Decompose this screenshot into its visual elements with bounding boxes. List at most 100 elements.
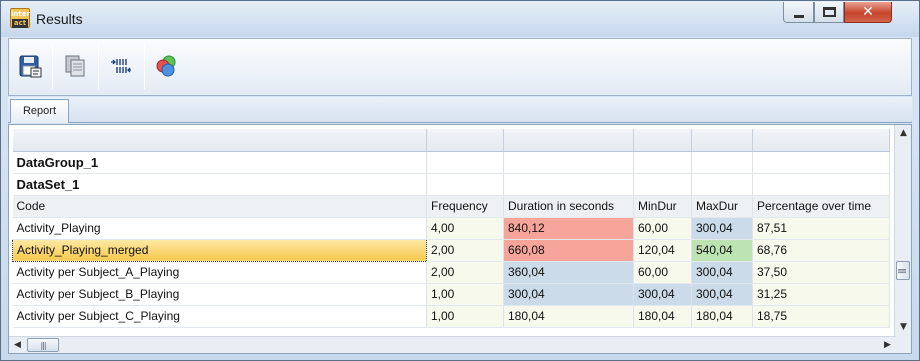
- close-button[interactable]: ✕: [844, 2, 892, 23]
- column-header[interactable]: [12, 129, 427, 152]
- minimize-icon: [793, 14, 804, 18]
- mindur-cell[interactable]: 300,04: [633, 283, 692, 306]
- window-title: Results: [36, 11, 83, 27]
- duration-cell[interactable]: 360,04: [503, 261, 634, 284]
- empty-cell: [503, 173, 634, 196]
- empty-cell: [426, 173, 504, 196]
- percentage-cell[interactable]: 68,76: [752, 239, 890, 262]
- toolbar-separator: [52, 45, 53, 89]
- color-circles-icon: [156, 55, 176, 77]
- frequency-cell[interactable]: 2,00: [426, 261, 504, 284]
- tab-report[interactable]: Report: [10, 99, 69, 123]
- tab-strip: Report: [8, 97, 912, 123]
- column-header[interactable]: [633, 129, 692, 152]
- report-grid: DataGroup_1 DataSet_1 Code Frequency Dur…: [8, 124, 912, 354]
- header-percentage[interactable]: Percentage over time: [752, 195, 890, 218]
- duration-cell[interactable]: 840,12: [503, 217, 634, 240]
- toolbar-separator: [98, 45, 99, 89]
- columns-button[interactable]: [105, 50, 137, 82]
- frequency-cell[interactable]: 1,00: [426, 305, 504, 328]
- grip-icon: |||: [40, 340, 46, 350]
- group-label[interactable]: DataGroup_1: [12, 151, 427, 174]
- scroll-left-arrow-icon[interactable]: ◀: [9, 337, 26, 353]
- table-row: Activity_Playing 4,00 840,12 60,00 300,0…: [12, 217, 890, 240]
- dataset-label[interactable]: DataSet_1: [12, 173, 427, 196]
- empty-cell: [752, 151, 890, 174]
- header-duration[interactable]: Duration in seconds: [503, 195, 634, 218]
- maximize-button[interactable]: [814, 2, 844, 23]
- duration-cell[interactable]: 660,08: [503, 239, 634, 262]
- maxdur-cell[interactable]: 300,04: [691, 217, 753, 240]
- columns-icon: [111, 59, 131, 73]
- scroll-up-arrow-icon[interactable]: ▲: [895, 125, 911, 142]
- save-icon: [19, 55, 42, 78]
- frequency-cell[interactable]: 4,00: [426, 217, 504, 240]
- percentage-cell[interactable]: 18,75: [752, 305, 890, 328]
- table-row: Activity_Playing_merged 2,00 660,08 120,…: [12, 238, 890, 262]
- field-header-row: Code Frequency Duration in seconds MinDu…: [12, 195, 890, 218]
- app-icon: inter act: [10, 8, 30, 28]
- empty-cell: [633, 173, 692, 196]
- table-row: Activity per Subject_C_Playing 1,00 180,…: [12, 305, 890, 328]
- toolbar: [8, 38, 912, 96]
- header-mindur[interactable]: MinDur: [633, 195, 692, 218]
- percentage-cell[interactable]: 87,51: [752, 217, 890, 240]
- code-cell[interactable]: Activity per Subject_B_Playing: [12, 283, 427, 306]
- group-row: DataGroup_1: [12, 151, 890, 174]
- copy-button[interactable]: [59, 50, 91, 82]
- mindur-cell[interactable]: 60,00: [633, 217, 692, 240]
- empty-cell: [691, 151, 753, 174]
- title-bar[interactable]: inter act Results ✕: [1, 1, 919, 37]
- header-frequency[interactable]: Frequency: [426, 195, 504, 218]
- code-cell-selected[interactable]: Activity_Playing_merged: [12, 238, 427, 262]
- grip-icon: |||: [898, 267, 908, 274]
- vertical-scrollbar[interactable]: ▲ ||| ▼: [894, 125, 911, 353]
- header-maxdur[interactable]: MaxDur: [691, 195, 753, 218]
- minimize-button[interactable]: [783, 2, 814, 23]
- close-icon: ✕: [862, 4, 874, 20]
- scroll-right-arrow-icon[interactable]: ▶: [879, 337, 896, 353]
- column-header[interactable]: [691, 129, 753, 152]
- horizontal-scroll-thumb[interactable]: |||: [27, 338, 59, 352]
- results-table: DataGroup_1 DataSet_1 Code Frequency Dur…: [12, 129, 890, 328]
- horizontal-scrollbar[interactable]: ◀ ||| ▶: [9, 336, 896, 353]
- color-button[interactable]: [151, 50, 183, 82]
- code-cell[interactable]: Activity per Subject_A_Playing: [12, 261, 427, 284]
- code-cell[interactable]: Activity per Subject_C_Playing: [12, 305, 427, 328]
- empty-cell: [426, 151, 504, 174]
- results-window: inter act Results ✕ Report DataGroup_1 D…: [0, 0, 920, 361]
- toolbar-separator: [144, 45, 145, 89]
- table-row: Activity per Subject_A_Playing 2,00 360,…: [12, 261, 890, 284]
- dataset-row: DataSet_1: [12, 173, 890, 196]
- mindur-cell[interactable]: 120,04: [633, 239, 692, 262]
- maximize-icon: [822, 7, 836, 17]
- maxdur-cell[interactable]: 540,04: [691, 239, 753, 262]
- mindur-cell[interactable]: 180,04: [633, 305, 692, 328]
- column-header[interactable]: [752, 129, 890, 152]
- empty-cell: [633, 151, 692, 174]
- maxdur-cell[interactable]: 300,04: [691, 283, 753, 306]
- frequency-cell[interactable]: 1,00: [426, 283, 504, 306]
- mindur-cell[interactable]: 60,00: [633, 261, 692, 284]
- maxdur-cell[interactable]: 180,04: [691, 305, 753, 328]
- empty-cell: [752, 173, 890, 196]
- vertical-scroll-thumb[interactable]: |||: [896, 261, 910, 280]
- maxdur-cell[interactable]: 300,04: [691, 261, 753, 284]
- column-header[interactable]: [426, 129, 504, 152]
- duration-cell[interactable]: 180,04: [503, 305, 634, 328]
- copy-icon: [65, 55, 85, 77]
- percentage-cell[interactable]: 37,50: [752, 261, 890, 284]
- scroll-down-arrow-icon[interactable]: ▼: [895, 319, 911, 336]
- duration-cell[interactable]: 300,04: [503, 283, 634, 306]
- app-icon-bottom-text: act: [12, 19, 28, 28]
- empty-cell: [691, 173, 753, 196]
- header-code[interactable]: Code: [12, 195, 427, 218]
- column-header[interactable]: [503, 129, 634, 152]
- app-icon-top-text: inter: [11, 10, 30, 18]
- table-row: Activity per Subject_B_Playing 1,00 300,…: [12, 283, 890, 306]
- save-button[interactable]: [14, 50, 46, 82]
- column-header-row: [12, 129, 890, 152]
- percentage-cell[interactable]: 31,25: [752, 283, 890, 306]
- code-cell[interactable]: Activity_Playing: [12, 217, 427, 240]
- frequency-cell[interactable]: 2,00: [426, 239, 504, 262]
